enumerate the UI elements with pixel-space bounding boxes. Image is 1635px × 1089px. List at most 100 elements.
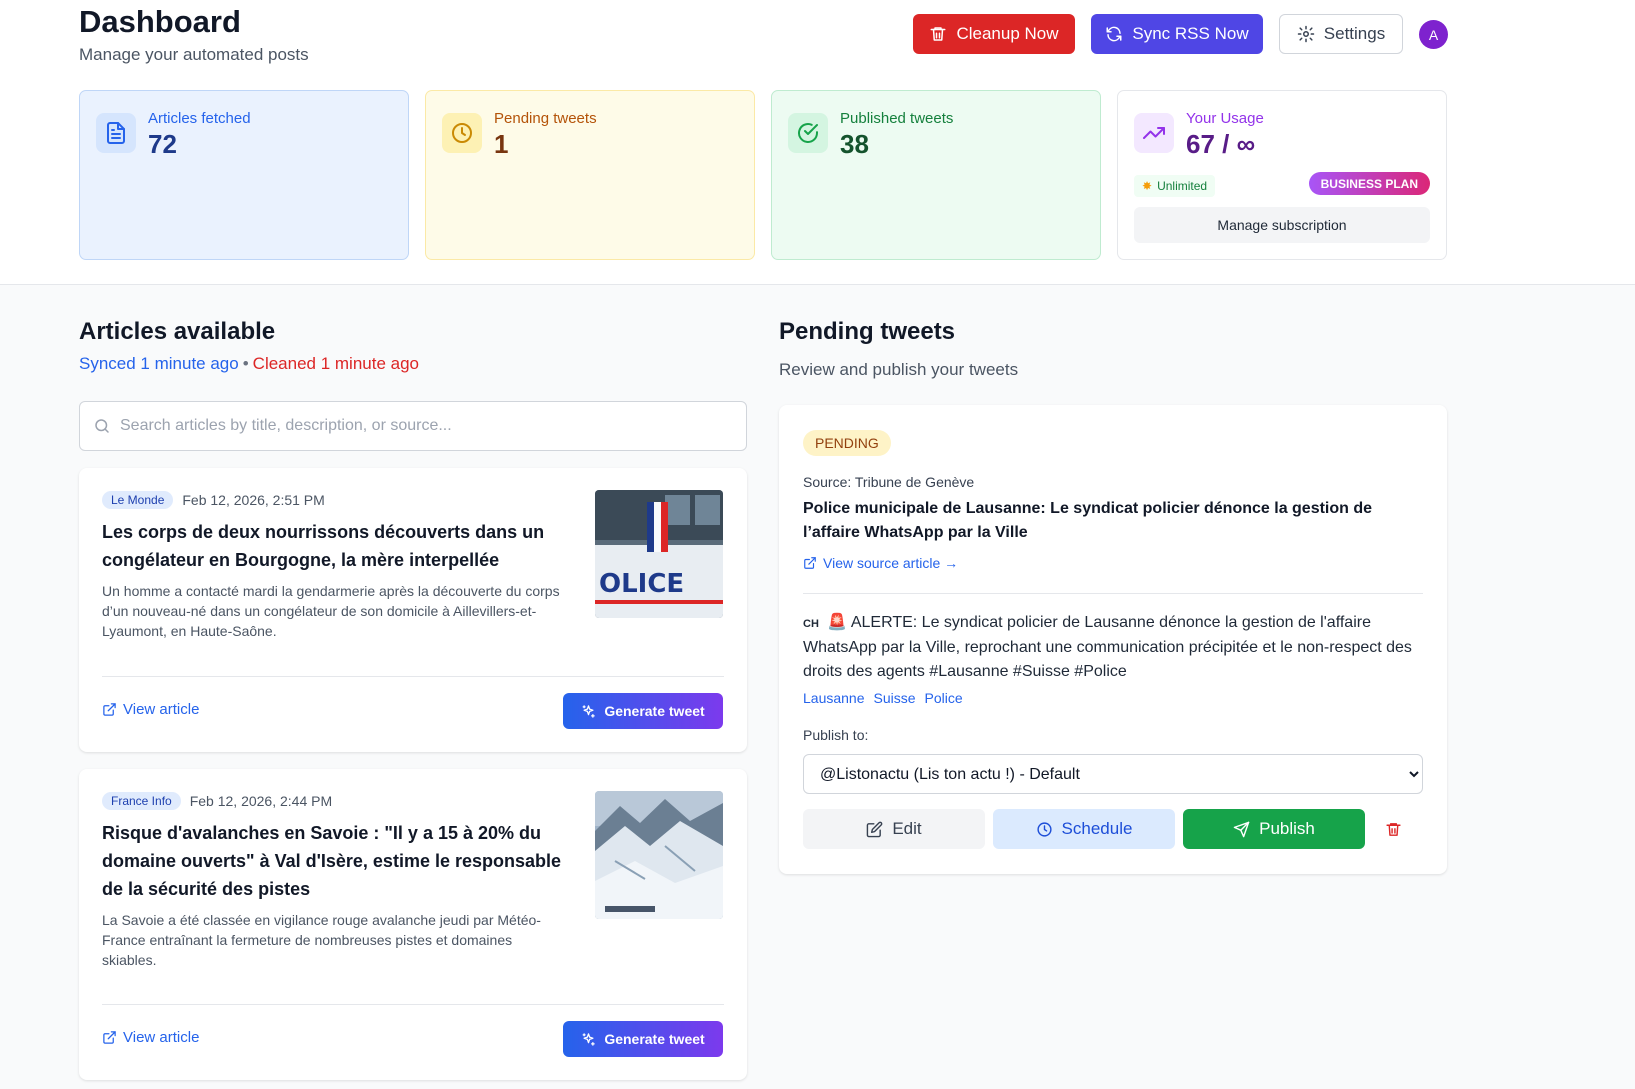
edit-label: Edit [892,819,922,838]
article-date: Feb 12, 2026, 2:44 PM [189,793,333,809]
publish-to-label: Publish to: [803,727,869,743]
publish-button[interactable]: Publish [1183,809,1365,849]
trash-icon [930,27,946,41]
edit-icon [867,821,883,837]
external-link-icon [103,1031,116,1044]
article-meta: Le Monde Feb 12, 2026, 2:51 PM [102,491,325,509]
search-icon [95,419,109,433]
external-link-icon [804,557,816,569]
article-title: Risque d'avalanches en Savoie : "Il y a … [102,823,562,899]
schedule-label: Schedule [1061,819,1133,838]
police-building-image: OLICE [595,490,723,618]
view-article-link[interactable]: View article [102,701,199,718]
article-card: France Info Feb 12, 2026, 2:44 PM Risque… [79,769,747,1080]
status-separator: • [242,354,249,373]
settings-label: Settings [1323,24,1386,43]
stat-value: 38 [840,129,869,159]
article-title: Les corps de deux nourrissons découverts… [102,522,545,570]
synced-status: Synced 1 minute ago [79,354,239,373]
article-meta: France Info Feb 12, 2026, 2:44 PM [102,792,332,810]
stat-card-pending: Pending tweets 1 [425,90,755,260]
hashtag[interactable]: Suisse [874,690,916,706]
stat-card-published: Published tweets 38 [771,90,1101,260]
external-link-icon [103,703,116,716]
articles-section-title: Articles available [79,318,276,345]
stat-value: 72 [148,129,177,159]
cleaned-status: Cleaned 1 minute ago [252,354,420,373]
plan-badge: BUSINESS PLAN [1308,172,1430,195]
tweet-article-title: Police municipale de Lausanne: Le syndic… [803,500,1373,541]
tweet-divider [803,593,1423,594]
article-description: Un homme a contacté mardi la gendarmerie… [102,583,560,639]
publish-label: Publish [1259,819,1315,838]
hashtag[interactable]: Police [925,690,963,706]
tweet-source: Source: Tribune de Genève [803,474,975,490]
page-subtitle: Manage your automated posts [79,45,309,64]
thumbnail-sign-text: OLICE [599,569,684,599]
generate-tweet-label: Generate tweet [604,703,705,719]
source-badge: Le Monde [102,491,174,509]
sync-status: Synced 1 minute ago • Cleaned 1 minute ago [79,354,419,374]
unlimited-badge: ✸ Unlimited [1134,175,1216,197]
tweet-body: ALERTE: Le syndicat policier de Lausanne… [803,614,1412,680]
generate-tweet-button[interactable]: Generate tweet [563,693,723,729]
unlimited-label: Unlimited [1157,179,1208,193]
stat-card-articles: Articles fetched 72 [79,90,409,260]
stat-card-usage: Your Usage 67 / ∞ ✸ Unlimited BUSINESS P… [1117,90,1447,260]
refresh-icon [1106,26,1122,42]
schedule-button[interactable]: Schedule [993,809,1175,849]
sync-rss-button[interactable]: Sync RSS Now [1091,14,1263,54]
article-thumbnail [595,791,723,919]
search-input[interactable] [120,417,720,435]
country-flag-code: CH [803,618,819,630]
send-icon [1233,821,1250,837]
status-badge: PENDING [803,430,891,456]
cleanup-now-label: Cleanup Now [956,24,1059,43]
card-divider [102,676,724,677]
sparkles-icon [582,1032,596,1046]
generate-tweet-label: Generate tweet [604,1031,705,1047]
card-divider [102,1004,724,1005]
main-content: Articles available Synced 1 minute ago • C… [0,285,1635,1089]
hashtag[interactable]: Lausanne [803,690,865,706]
edit-button[interactable]: Edit [803,809,985,849]
article-description: La Savoie a été classée en vigilance rou… [102,912,541,968]
clock-icon [442,113,482,153]
sync-rss-label: Sync RSS Now [1132,24,1249,43]
account-select[interactable]: @Listonactu (Lis ton actu !) - Default [803,754,1423,794]
pending-tweet-card: PENDING Source: Tribune de Genève Police… [779,405,1447,874]
page-title: Dashboard [79,4,241,39]
view-article-label: View article [123,701,200,718]
article-date: Feb 12, 2026, 2:51 PM [182,492,325,508]
pending-section-subtitle: Review and publish your tweets [779,360,1019,379]
view-source-article-label: View source article → [823,555,959,571]
cleanup-now-button[interactable]: Cleanup Now [913,14,1075,54]
document-icon [96,113,136,153]
generate-tweet-button[interactable]: Generate tweet [563,1021,723,1057]
pending-section-title: Pending tweets [779,318,956,345]
stat-value: 67 / ∞ [1186,129,1256,159]
delete-tweet-button[interactable] [1381,809,1405,849]
siren-emoji: 🚨 [827,614,848,631]
source-badge: France Info [102,792,181,810]
article-thumbnail: OLICE [595,490,723,618]
trending-up-icon [1134,113,1174,153]
tweet-text: CH 🚨 ALERTE: Le syndicat policier de Lau… [803,611,1423,684]
view-article-link[interactable]: View article [102,1029,199,1046]
stat-value: 1 [494,129,509,159]
manage-subscription-button[interactable]: Manage subscription [1134,207,1430,243]
stat-label: Your Usage [1186,110,1264,127]
clock-icon [1036,821,1052,837]
trash-icon [1385,822,1401,836]
sparkles-icon [582,704,596,718]
user-avatar[interactable]: A [1419,20,1448,49]
stat-label: Published tweets [840,110,954,127]
sparkle-icon: ✸ [1142,179,1153,193]
hashtag-list: Lausanne Suisse Police [803,690,963,706]
view-source-article-link[interactable]: View source article → [803,555,958,571]
check-circle-icon [788,113,828,153]
gear-icon [1297,25,1315,43]
settings-button[interactable]: Settings [1279,14,1403,54]
dashboard-header: Dashboard Manage your automated posts Cl… [0,0,1635,285]
search-box [79,401,747,451]
